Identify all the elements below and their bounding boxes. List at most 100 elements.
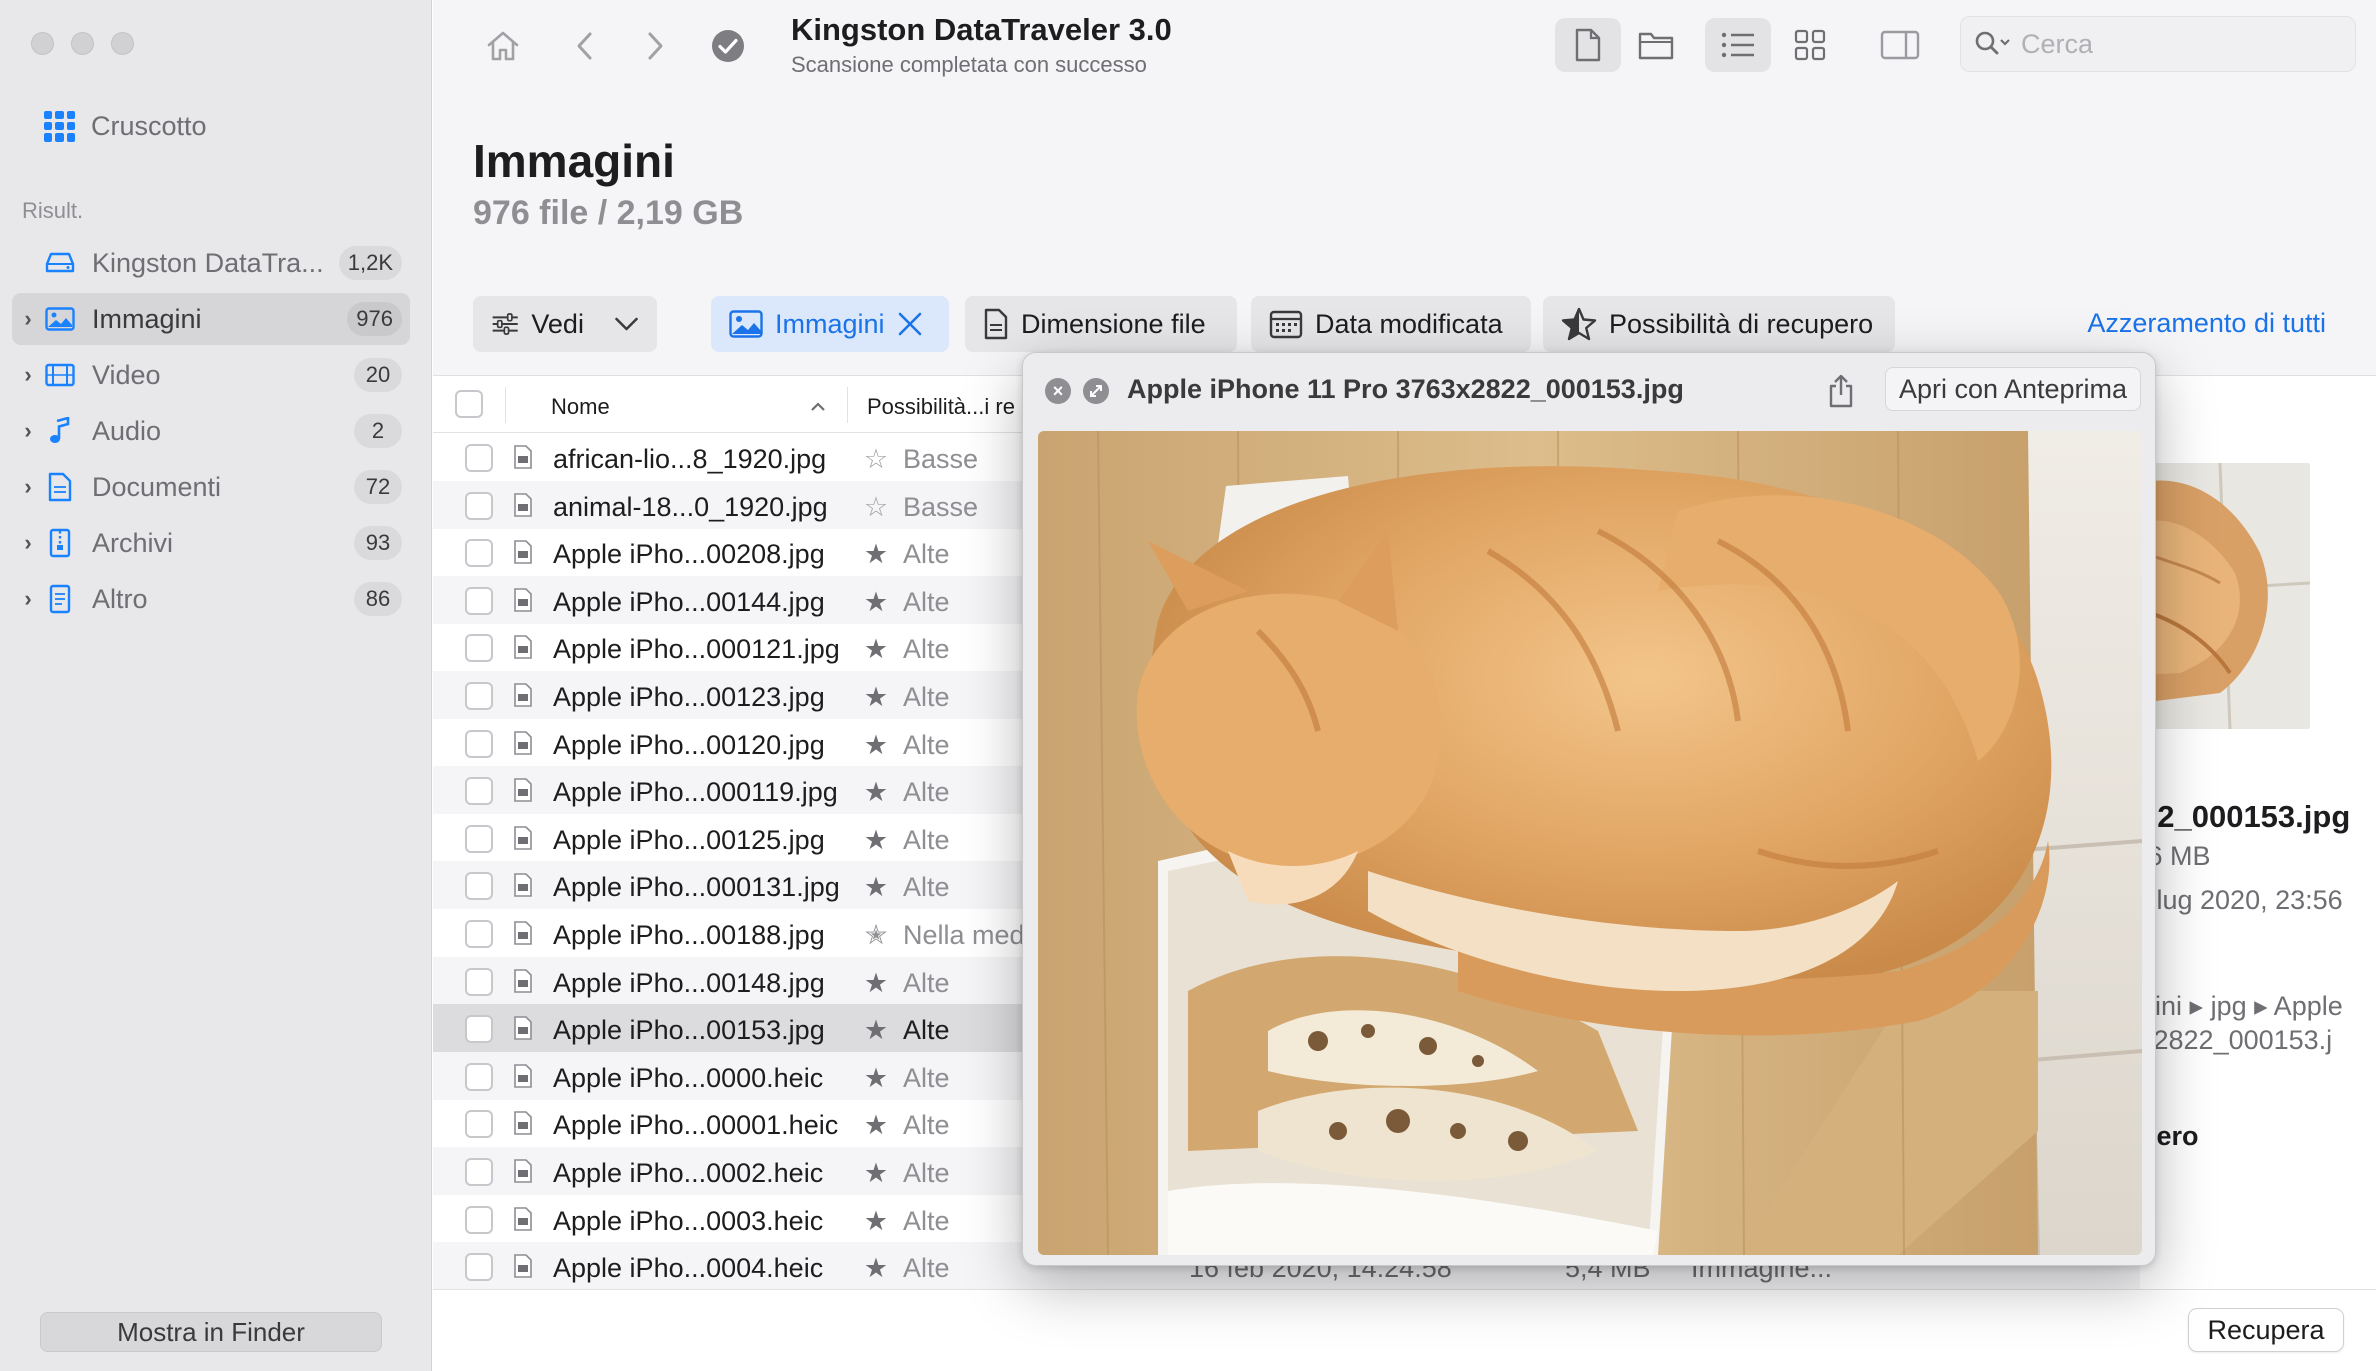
recovery-chances-filter[interactable]: Possibilità di recupero [1543,296,1895,352]
chevron-right-icon[interactable]: › [12,530,44,556]
date-modified-filter[interactable]: Data modificata [1251,296,1531,352]
row-checkbox[interactable] [465,729,493,758]
row-checkbox[interactable] [465,1062,493,1091]
list-icon [1721,32,1754,58]
sidebar-item-documents[interactable]: › Documenti 72 [12,461,410,513]
show-in-finder-button[interactable]: Mostra in Finder [40,1312,382,1352]
count-badge: 1,2K [338,246,402,280]
file-name: Apple iPho...00120.jpg [553,729,825,760]
row-checkbox[interactable] [465,777,493,806]
other-file-icon [44,584,76,614]
image-file-icon [513,968,533,993]
row-checkbox[interactable] [465,1253,493,1282]
page-stats: 976 file / 2,19 GB [473,194,744,232]
image-file-icon [513,540,533,564]
minimize-window-button[interactable] [71,32,94,55]
row-checkbox[interactable] [465,444,493,472]
row-checkbox[interactable] [465,1110,493,1139]
row-checkbox[interactable] [465,634,493,663]
row-checkbox[interactable] [465,1205,493,1234]
window-title: Kingston DataTraveler 3.0 [791,12,1172,47]
recovery-chance: Nella med [903,920,1025,950]
column-header-recovery[interactable]: Possibilità...i re [867,394,1015,420]
file-name: Apple iPho...0000.heic [553,1062,824,1093]
recovery-chances-filter-label: Possibilità di recupero [1609,308,1874,339]
quicklook-titlebar: × Apple iPhone 11 Pro 3763x2822_000153.j… [1023,353,2155,427]
image-file-icon [513,1111,533,1136]
drive-icon [44,249,76,277]
footer-bar: Recupera [433,1289,2376,1371]
file-name: Apple iPho...00148.jpg [553,967,825,998]
cat-photo [1038,431,2142,1255]
zoom-window-button[interactable] [111,32,134,55]
folder-view-button[interactable] [1623,18,1689,72]
details-panel: 22_000153.jpg ,6 MB ) lug 2020, 23:56 gi… [2140,377,2376,1289]
star-filled-icon: ★ [863,682,889,712]
row-checkbox[interactable] [465,1015,493,1044]
image-file-icon [513,825,533,850]
chevron-right-icon[interactable]: › [12,474,44,500]
close-window-button[interactable] [31,32,54,55]
image-icon [729,310,763,338]
row-checkbox[interactable] [465,872,493,901]
count-badge: 93 [354,526,402,560]
row-checkbox[interactable] [465,920,493,948]
file-size-filter[interactable]: Dimensione file [965,296,1237,352]
file-name: Apple iPho...000121.jpg [553,634,840,665]
fullscreen-icon[interactable] [1083,378,1109,404]
details-filename: 22_000153.jpg [2140,799,2351,834]
share-button[interactable] [1819,371,1863,411]
sidebar-item-other[interactable]: › Altro 86 [12,573,410,625]
sidebar-item-video[interactable]: › Video 20 [12,349,410,401]
chevron-right-icon[interactable]: › [12,418,44,444]
sidebar-item-audio[interactable]: › Audio 2 [12,405,410,457]
row-checkbox[interactable] [465,539,493,568]
sidebar: Cruscotto Risult. Kingston DataTra... 1,… [0,0,432,1371]
reset-all-filters-link[interactable]: Azzeramento di tutti [2087,308,2326,339]
row-checkbox[interactable] [465,491,493,520]
recover-button[interactable]: Recupera [2188,1308,2344,1352]
chevron-right-icon[interactable]: › [12,306,44,332]
recovery-chance: Alte [903,539,950,570]
row-checkbox[interactable] [465,1158,493,1186]
calendar-icon [1269,310,1303,339]
sidebar-item-archives[interactable]: › Archivi 93 [12,517,410,569]
image-file-icon [513,1254,533,1278]
open-with-preview-button[interactable]: Apri con Anteprima [1885,367,2141,411]
file-view-button[interactable] [1555,18,1621,72]
star-icon [1561,307,1597,341]
toggle-preview-panel-button[interactable] [1867,18,1933,72]
search-field[interactable] [1960,16,2356,72]
view-options-dropdown[interactable]: Vedi [473,296,657,352]
sidebar-right-icon [1880,30,1920,60]
star-filled-icon: ★ [863,872,889,903]
column-header-name[interactable]: Nome [551,394,610,420]
select-all-checkbox[interactable] [455,390,483,418]
images-filter-chip[interactable]: Immagini [711,296,949,352]
row-checkbox[interactable] [465,682,493,710]
row-checkbox[interactable] [465,586,493,615]
chevron-right-icon[interactable]: › [12,362,44,388]
chevron-right-icon[interactable]: › [12,586,44,612]
star-filled-icon: ★ [863,1062,889,1093]
forward-button[interactable] [633,20,677,72]
row-checkbox[interactable] [465,967,493,996]
search-input[interactable] [2021,28,2341,60]
list-view-button[interactable] [1705,18,1771,72]
star-filled-icon: ★ [863,729,889,760]
file-name: Apple iPho...00001.heic [553,1110,839,1141]
star-filled-icon: ★ [863,1158,889,1188]
sort-ascending-icon [811,402,825,411]
sidebar-item-dashboard[interactable]: Cruscotto [44,106,207,146]
star-filled-icon: ★ [863,586,889,617]
sidebar-item-images[interactable]: › Immagini 976 [12,293,410,345]
row-checkbox[interactable] [465,824,493,853]
back-button[interactable] [563,20,607,72]
image-file-icon [513,1206,533,1231]
sidebar-item-drive[interactable]: Kingston DataTra... 1,2K [12,237,410,289]
home-button[interactable] [475,20,531,72]
file-name: Apple iPho...0004.heic [553,1253,824,1284]
grid-view-button[interactable] [1777,18,1843,72]
close-icon[interactable]: × [1045,378,1071,404]
recovery-chance: Alte [903,1110,950,1141]
